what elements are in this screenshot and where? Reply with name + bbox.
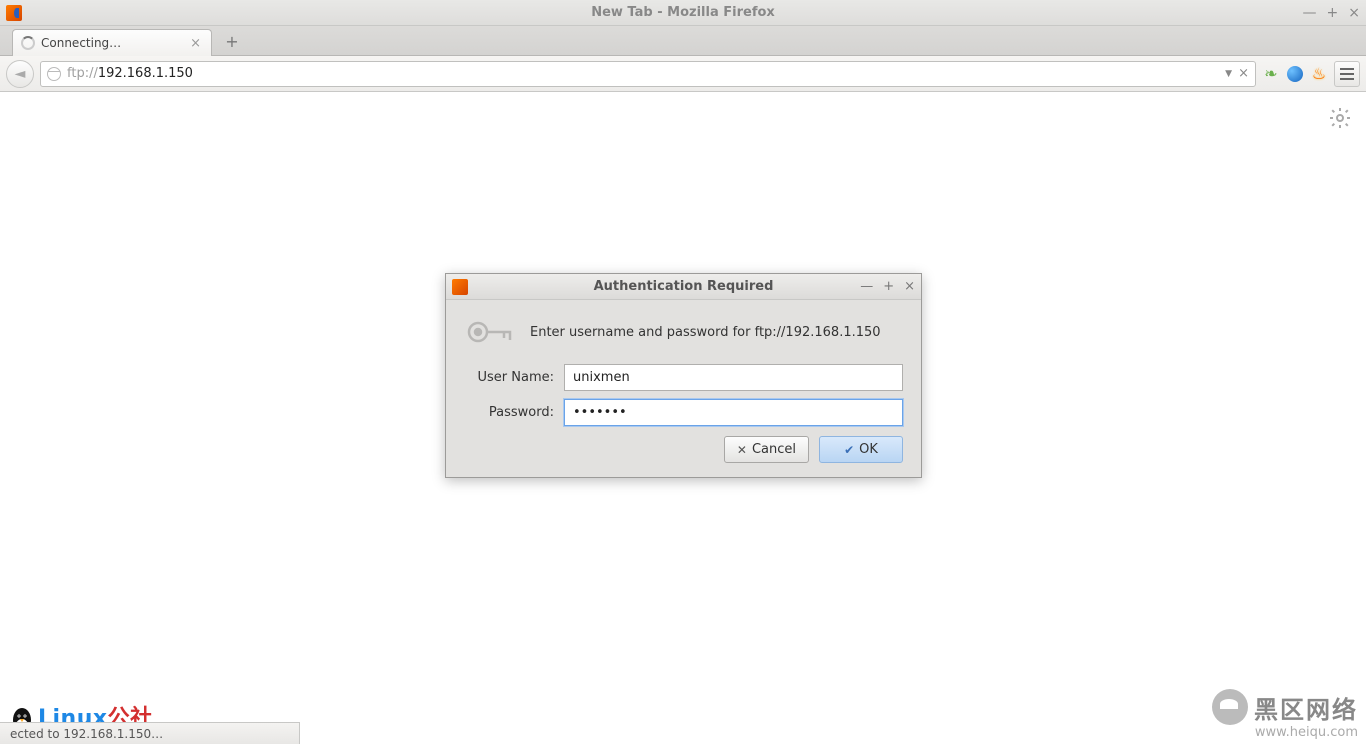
tab-strip: Connecting… × + (0, 26, 1366, 56)
ok-button-label: OK (859, 442, 878, 457)
newtab-settings-gear-icon[interactable] (1328, 106, 1352, 134)
url-bar[interactable]: ftp://192.168.1.150 ▼ × (40, 61, 1256, 87)
dialog-maximize-button[interactable]: + (883, 279, 894, 294)
extension-globe-icon[interactable] (1286, 65, 1304, 83)
tab-title: Connecting… (41, 36, 188, 50)
hamburger-menu-button[interactable] (1334, 61, 1360, 87)
status-bar: ected to 192.168.1.150… (0, 722, 300, 744)
url-host: 192.168.1.150 (98, 66, 193, 81)
cancel-button[interactable]: ✕ Cancel (724, 436, 809, 463)
dialog-app-icon (452, 279, 468, 295)
cancel-x-icon: ✕ (737, 443, 747, 457)
stop-reload-button[interactable]: × (1238, 66, 1249, 81)
navigation-toolbar: ◄ ftp://192.168.1.150 ▼ × ❧ ♨ (0, 56, 1366, 92)
tab-close-button[interactable]: × (188, 36, 203, 51)
username-label: User Name: (464, 370, 554, 385)
window-minimize-button[interactable]: — (1303, 5, 1317, 21)
key-icon (464, 314, 516, 350)
password-input[interactable] (564, 399, 903, 426)
url-protocol: ftp:// (67, 66, 98, 81)
urlbar-dropdown-icon[interactable]: ▼ (1225, 69, 1232, 79)
dialog-message: Enter username and password for ftp://19… (530, 325, 881, 340)
authentication-dialog: Authentication Required — + × Enter user… (445, 273, 922, 478)
browser-tab[interactable]: Connecting… × (12, 29, 212, 56)
dialog-titlebar[interactable]: Authentication Required — + × (446, 274, 921, 300)
window-title: New Tab - Mozilla Firefox (0, 5, 1366, 20)
window-titlebar: New Tab - Mozilla Firefox — + × (0, 0, 1366, 26)
new-tab-button[interactable]: + (220, 30, 244, 52)
extension-leaf-icon[interactable]: ❧ (1262, 65, 1280, 83)
ok-check-icon: ✔ (844, 443, 854, 457)
back-button[interactable]: ◄ (6, 60, 34, 88)
dialog-close-button[interactable]: × (904, 279, 915, 294)
username-input[interactable] (564, 364, 903, 391)
password-label: Password: (464, 405, 554, 420)
window-close-button[interactable]: × (1348, 5, 1360, 21)
firefox-app-icon (6, 5, 22, 21)
status-text: ected to 192.168.1.150… (10, 727, 163, 741)
extension-flame-icon[interactable]: ♨ (1310, 65, 1328, 83)
dialog-title: Authentication Required (446, 279, 921, 294)
loading-throbber-icon (21, 36, 35, 50)
cancel-button-label: Cancel (752, 442, 796, 457)
window-maximize-button[interactable]: + (1327, 5, 1339, 21)
dialog-minimize-button[interactable]: — (860, 279, 873, 294)
ok-button[interactable]: ✔ OK (819, 436, 903, 463)
site-identity-icon[interactable] (47, 67, 61, 81)
